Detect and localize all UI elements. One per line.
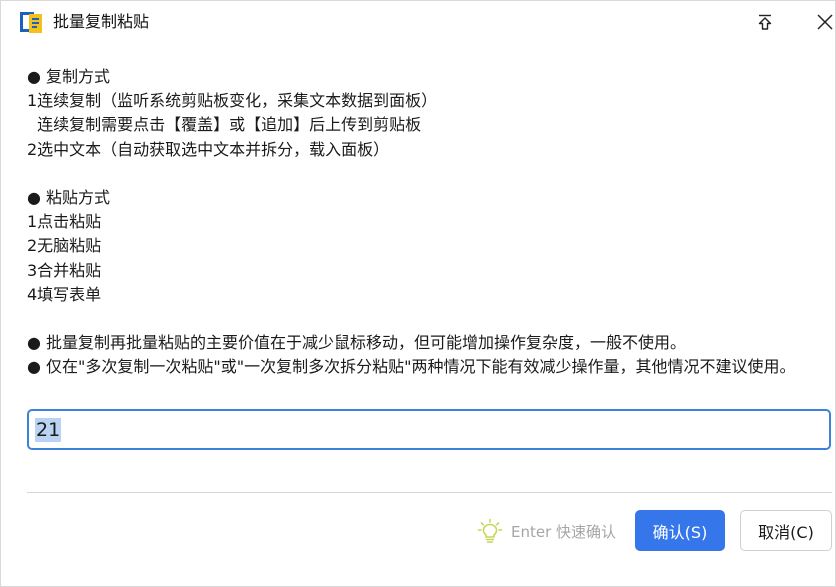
paste-method-4: 4填写表单 [27,284,102,304]
close-icon [817,14,833,30]
window-title: 批量复制粘贴 [53,12,150,31]
dialog-window: 批量复制粘贴 ● 复制方式 1连续复制（监听系统剪贴板变化，采集文本数据到面板）… [0,0,836,587]
description-text: ● 复制方式 1连续复制（监听系统剪贴板变化，采集文本数据到面板） 连续复制需要… [27,65,831,379]
pin-top-button[interactable] [749,7,781,37]
enter-hint: Enter 快速确认 [477,518,616,544]
paste-method-2: 2无脑粘贴 [27,236,102,256]
confirm-button[interactable]: 确认(S) [635,510,725,551]
input-value[interactable]: 21 [35,417,62,442]
paste-method-3: 3合并粘贴 [27,260,102,280]
paste-method-1: 1点击粘贴 [27,212,102,232]
lightbulb-icon [477,518,503,543]
copy-method-1: 1连续复制（监听系统剪贴板变化，采集文本数据到面板） [27,91,438,111]
note-value: ● 批量复制再批量粘贴的主要价值在于减少鼠标移动，但可能增加操作复杂度，一般不使… [27,333,687,353]
section-heading-paste: ● 粘贴方式 [27,187,111,207]
note-usage: ● 仅在"多次复制一次粘贴"或"一次复制多次拆分粘贴"两种情况下能有效减少操作量… [27,357,796,377]
cancel-button[interactable]: 取消(C) [740,510,832,551]
title-bar: 批量复制粘贴 [1,1,836,43]
pin-top-icon [758,14,772,30]
close-button[interactable] [809,7,836,37]
clipboard-app-icon [20,12,42,33]
footer-divider [27,492,832,493]
copy-method-1-note: 连续复制需要点击【覆盖】或【追加】后上传到剪贴板 [27,115,422,135]
number-input[interactable]: 21 [27,409,831,450]
hint-text: Enter 快速确认 [511,522,617,541]
section-heading-copy: ● 复制方式 [27,67,111,86]
copy-method-2: 2选中文本（自动获取选中文本并拆分，载入面板） [27,139,390,159]
